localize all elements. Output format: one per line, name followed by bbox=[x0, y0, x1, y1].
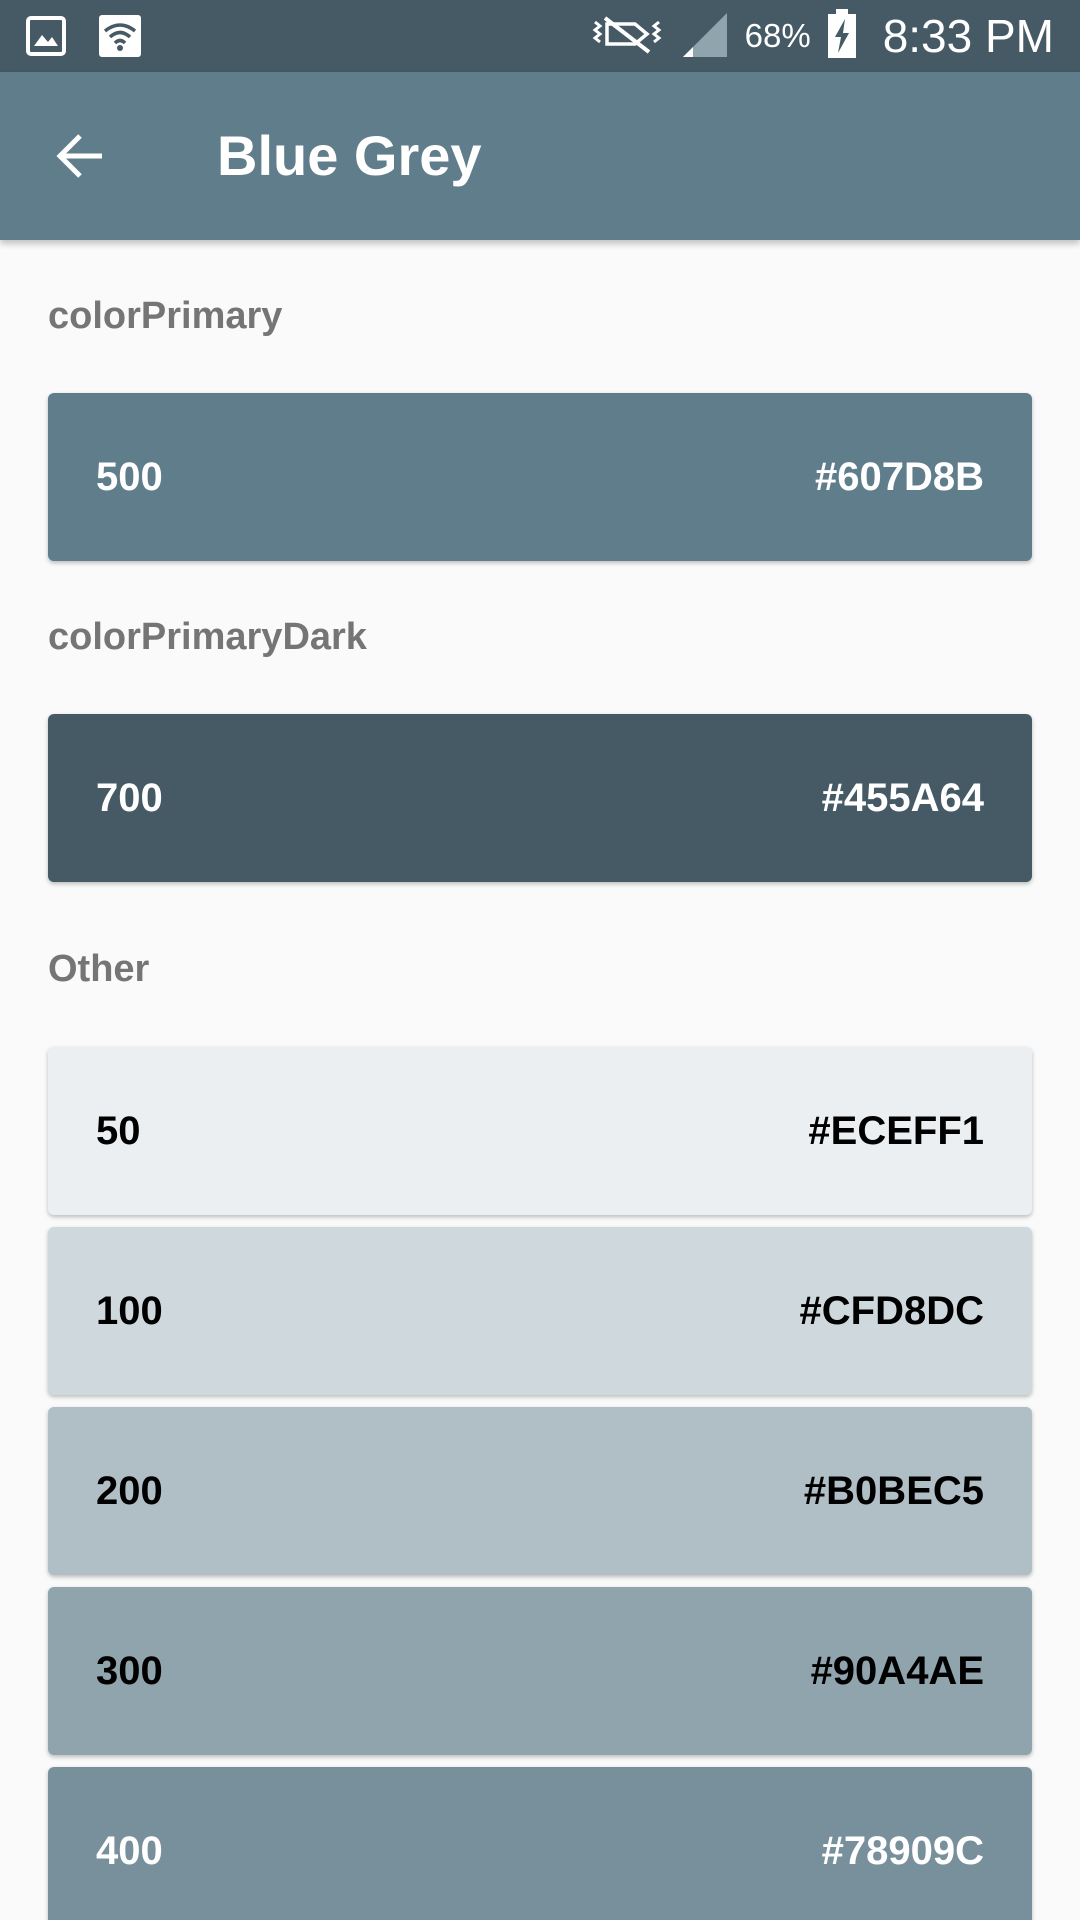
swatch-hex: #607D8B bbox=[814, 455, 984, 499]
swatch-hex: #ECEFF1 bbox=[808, 1109, 984, 1153]
back-button[interactable] bbox=[40, 116, 120, 196]
swatch-primary-dark-700[interactable]: 700 #455A64 bbox=[48, 714, 1032, 882]
swatch-400[interactable]: 400 #78909C bbox=[48, 1767, 1032, 1920]
swatch-hex: #B0BEC5 bbox=[803, 1469, 984, 1513]
section-label-color-primary: colorPrimary bbox=[48, 295, 283, 337]
section-label-color-primary-dark: colorPrimaryDark bbox=[48, 616, 367, 658]
status-notification-icons bbox=[24, 14, 142, 58]
swatch-50[interactable]: 50 #ECEFF1 bbox=[48, 1047, 1032, 1215]
status-bar: 68% 8:33 PM bbox=[0, 0, 1080, 72]
status-system-icons: 68% 8:33 PM bbox=[591, 0, 1054, 72]
swatch-shade: 200 bbox=[96, 1469, 163, 1513]
swatch-shade: 100 bbox=[96, 1289, 163, 1333]
swatch-primary-500[interactable]: 500 #607D8B bbox=[48, 393, 1032, 561]
swatch-hex: #CFD8DC bbox=[799, 1289, 984, 1333]
signal-icon bbox=[679, 9, 729, 64]
status-clock: 8:33 PM bbox=[882, 10, 1054, 62]
swatch-hex: #78909C bbox=[821, 1829, 984, 1873]
gallery-icon bbox=[24, 14, 68, 58]
vibrate-off-icon bbox=[591, 12, 663, 61]
color-palette-list: colorPrimary 500 #607D8B colorPrimaryDar… bbox=[0, 240, 1080, 1920]
swatch-shade: 400 bbox=[96, 1829, 163, 1873]
battery-charging-icon bbox=[827, 8, 857, 64]
page-title: Blue Grey bbox=[217, 124, 482, 187]
app-bar: Blue Grey bbox=[0, 72, 1080, 240]
section-label-other: Other bbox=[48, 948, 150, 990]
swatch-100[interactable]: 100 #CFD8DC bbox=[48, 1227, 1032, 1395]
swatch-shade: 500 bbox=[96, 455, 163, 499]
arrow-back-icon bbox=[56, 134, 102, 178]
swatch-shade: 300 bbox=[96, 1649, 163, 1693]
swatch-hex: #90A4AE bbox=[810, 1649, 984, 1693]
battery-percent: 68% bbox=[744, 17, 811, 54]
wifi-icon bbox=[98, 14, 142, 58]
swatch-shade: 700 bbox=[96, 776, 163, 820]
swatch-hex: #455A64 bbox=[821, 776, 984, 820]
swatch-200[interactable]: 200 #B0BEC5 bbox=[48, 1407, 1032, 1575]
swatch-300[interactable]: 300 #90A4AE bbox=[48, 1587, 1032, 1755]
swatch-shade: 50 bbox=[96, 1109, 141, 1153]
